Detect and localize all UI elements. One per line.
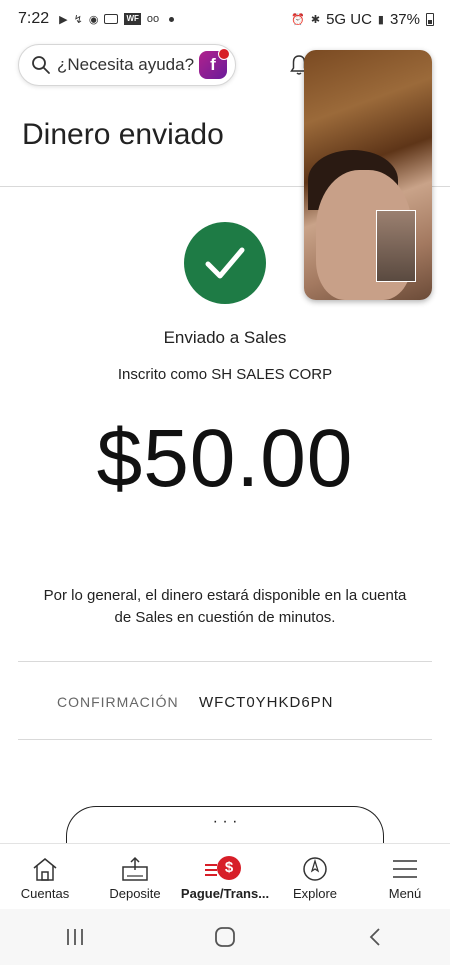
video-call-overlay[interactable] bbox=[304, 50, 432, 300]
sent-to-text: Enviado a Sales bbox=[163, 328, 287, 347]
page-title: Dinero enviado bbox=[22, 118, 224, 151]
menu-icon bbox=[393, 860, 417, 878]
more-notifications-icon bbox=[169, 16, 175, 22]
availability-message: Por lo general, el dinero estará disponi… bbox=[20, 585, 430, 629]
nav-item-menu[interactable]: Menú bbox=[360, 844, 450, 909]
back-button[interactable] bbox=[355, 917, 395, 957]
nav-label: Explore bbox=[292, 886, 338, 901]
back-icon bbox=[369, 928, 380, 946]
fargo-assistant-icon[interactable]: f bbox=[199, 48, 230, 79]
bluetooth-icon: ✱ bbox=[310, 13, 321, 26]
success-check-icon bbox=[184, 222, 266, 304]
nav-label: Cuentas bbox=[20, 886, 70, 901]
message-icon bbox=[104, 14, 119, 24]
missed-call-icon: ↯ bbox=[73, 13, 83, 26]
nav-label: Menú bbox=[388, 886, 422, 901]
help-placeholder: ¿Necesita ayuda? bbox=[57, 55, 195, 74]
voicemail-icon: oo bbox=[146, 13, 160, 25]
enrolled-as-text: Inscrito como SH SALES CORP bbox=[117, 366, 333, 383]
home-icon bbox=[215, 927, 235, 947]
nav-label: Deposite bbox=[109, 886, 161, 901]
network-type: 5G UC bbox=[326, 10, 372, 28]
home-button[interactable] bbox=[205, 917, 245, 957]
video-self-view[interactable] bbox=[376, 210, 416, 282]
wells-fargo-notification-icon: WF bbox=[124, 13, 141, 25]
house-icon bbox=[33, 858, 57, 881]
nav-item-explore[interactable]: Explore bbox=[270, 844, 360, 909]
divider bbox=[18, 661, 432, 662]
confirmation-label: CONFIRMACIÓN bbox=[57, 694, 179, 710]
app-notification-icon: ◉ bbox=[88, 13, 99, 26]
battery-icon bbox=[426, 12, 434, 26]
status-time: 7:22 bbox=[18, 10, 50, 27]
nav-item-pague-transfiera[interactable]: $ Pague/Trans... bbox=[180, 844, 270, 909]
status-bar: 7:22 ▶ ↯ ◉ WF oo ⏰ ✱ 5G UC ▮ 37% bbox=[0, 0, 450, 38]
divider bbox=[18, 739, 432, 740]
alarm-icon: ⏰ bbox=[291, 13, 305, 26]
recent-apps-button[interactable] bbox=[55, 917, 95, 957]
signal-icon: ▮ bbox=[377, 13, 384, 26]
system-nav-bar bbox=[0, 909, 450, 965]
help-search-bar[interactable]: ¿Necesita ayuda? f bbox=[18, 44, 236, 86]
battery-percent: 37% bbox=[389, 10, 420, 28]
availability-line-1: Por lo general, el dinero estará disponi… bbox=[43, 587, 407, 604]
checkmark-icon bbox=[205, 247, 245, 279]
confirmation-number: WFCT0YHKD6PN bbox=[199, 694, 334, 711]
deposit-icon bbox=[122, 856, 148, 881]
pay-transfer-icon: $ bbox=[205, 856, 245, 882]
amount-sent: $50.00 bbox=[96, 413, 354, 504]
video-call-icon: ▶ bbox=[59, 13, 68, 26]
compass-icon bbox=[303, 857, 327, 881]
recent-apps-icon bbox=[67, 929, 83, 945]
nav-item-cuentas[interactable]: Cuentas bbox=[0, 844, 90, 909]
availability-line-2: de Sales en cuestión de minutos. bbox=[114, 609, 336, 626]
search-icon bbox=[32, 56, 50, 74]
bottom-nav: Cuentas Deposite $ Pague/Trans... Explor… bbox=[0, 843, 450, 909]
nav-label: Pague/Trans... bbox=[180, 886, 270, 901]
nav-item-deposite[interactable]: Deposite bbox=[90, 844, 180, 909]
